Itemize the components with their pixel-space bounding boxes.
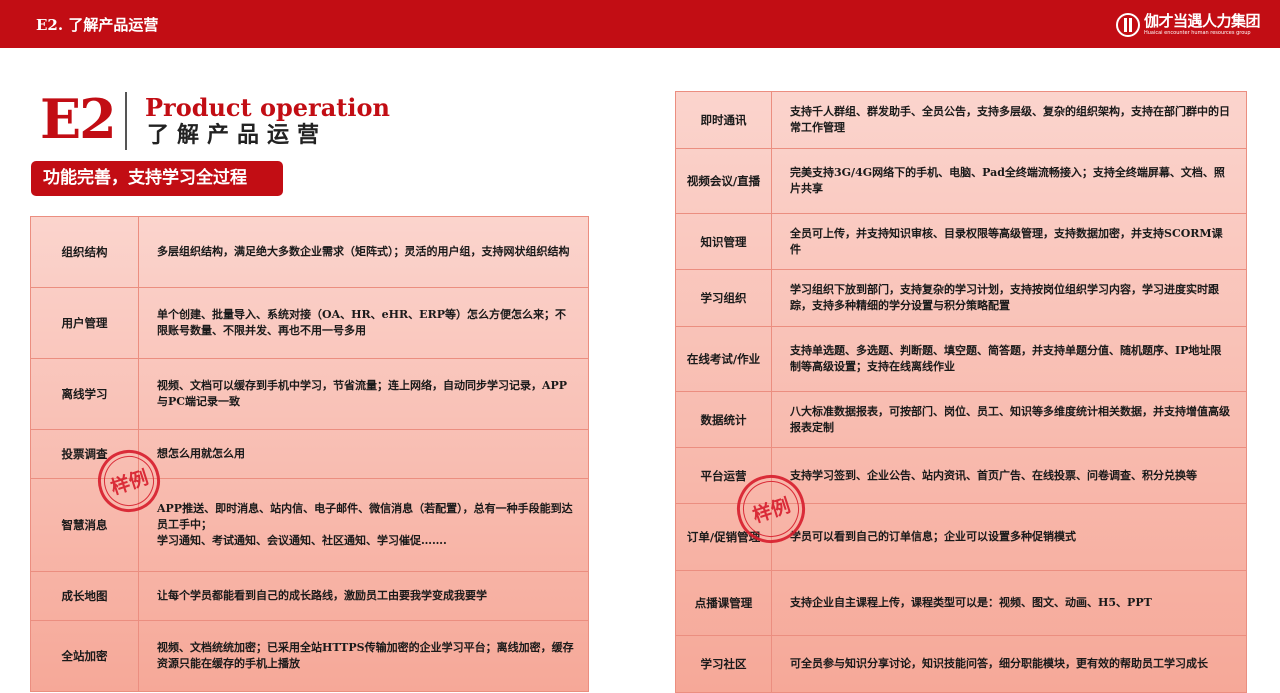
feature-name: 数据统计 [675, 391, 772, 448]
table-row: 学习社区 可全员参与知识分享讨论，知识技能问答，细分职能模块，更有效的帮助员工学… [675, 635, 1247, 693]
subtitle-banner: 功能完善，支持学习全过程 [31, 161, 283, 196]
heading-title-en: Product operation [145, 93, 390, 122]
feature-name: 组织结构 [30, 216, 139, 288]
logo-text: 伽才当遇人力集团 Huaicai encounter human resourc… [1143, 12, 1261, 36]
feature-desc: 视频、文档可以缓存到手机中学习，节省流量；连上网络，自动同步学习记录，APP与P… [138, 358, 589, 430]
table-row: 知识管理 全员可上传，并支持知识审核、目录权限等高级管理，支持数据加密，并支持S… [675, 213, 1247, 270]
feature-name: 学习社区 [675, 635, 772, 693]
table-row: 视频会议/直播 完美支持3G/4G网络下的手机、电脑、Pad全终端流畅接入；支持… [675, 148, 1247, 214]
feature-desc: 视频、文档统统加密；已采用全站HTTPS传输加密的企业学习平台；离线加密，缓存资… [138, 620, 589, 692]
feature-name: 离线学习 [30, 358, 139, 430]
feature-name: 在线考试/作业 [675, 326, 772, 392]
feature-name: 学习组织 [675, 269, 772, 327]
feature-name: 视频会议/直播 [675, 148, 772, 214]
feature-desc: APP推送、即时消息、站内信、电子邮件、微信消息（若配置），总有一种手段能到达员… [138, 478, 589, 572]
table-row: 点播课管理 支持企业自主课程上传，课程类型可以是：视频、图文、动画、H5、PPT [675, 570, 1247, 636]
feature-name: 即时通讯 [675, 91, 772, 149]
feature-desc: 想怎么用就怎么用 [138, 429, 589, 479]
table-row: 成长地图 让每个学员都能看到自己的成长路线，激励员工由要我学变成我要学 [30, 571, 589, 621]
table-row: 全站加密 视频、文档统统加密；已采用全站HTTPS传输加密的企业学习平台；离线加… [30, 620, 589, 692]
feature-desc: 完美支持3G/4G网络下的手机、电脑、Pad全终端流畅接入；支持全终端屏幕、文档… [771, 148, 1247, 214]
table-row: 学习组织 学习组织下放到部门，支持复杂的学习计划，支持按岗位组织学习内容，学习进… [675, 269, 1247, 327]
feature-desc: 多层组织结构，满足绝大多数企业需求（矩阵式）；灵活的用户组，支持网状组织结构 [138, 216, 589, 288]
feature-name: 用户管理 [30, 287, 139, 359]
logo-mark-icon [1115, 13, 1140, 37]
feature-name: 点播课管理 [675, 570, 772, 636]
feature-desc: 单个创建、批量导入、系统对接（OA、HR、eHR、ERP等）怎么方便怎么来；不限… [138, 287, 589, 359]
logo-name-cn: 伽才当遇人力集团 [1143, 12, 1261, 30]
top-banner: E2. 了解产品运营 伽才当遇人力集团 Huaicai encounter hu… [0, 0, 1280, 48]
feature-desc: 学员可以看到自己的订单信息；企业可以设置多种促销模式 [771, 503, 1247, 571]
feature-name: 成长地图 [30, 571, 139, 621]
feature-desc: 八大标准数据报表，可按部门、岗位、员工、知识等多维度统计相关数据，并支持增值高级… [771, 391, 1247, 448]
right-feature-table: 即时通讯 支持千人群组、群发助手、全员公告，支持多层级、复杂的组织架构，支持在部… [675, 91, 1247, 693]
table-row: 组织结构 多层组织结构，满足绝大多数企业需求（矩阵式）；灵活的用户组，支持网状组… [30, 216, 589, 288]
feature-desc: 全员可上传，并支持知识审核、目录权限等高级管理，支持数据加密，并支持SCORM课… [771, 213, 1247, 270]
feature-desc: 支持单选题、多选题、判断题、填空题、简答题，并支持单题分值、随机题序、IP地址限… [771, 326, 1247, 392]
feature-desc: 支持学习签到、企业公告、站内资讯、首页广告、在线投票、问卷调查、积分兑换等 [771, 447, 1247, 504]
feature-desc: 支持企业自主课程上传，课程类型可以是：视频、图文、动画、H5、PPT [771, 570, 1247, 636]
table-row: 在线考试/作业 支持单选题、多选题、判断题、填空题、简答题，并支持单题分值、随机… [675, 326, 1247, 392]
heading-divider [125, 92, 127, 150]
company-logo: 伽才当遇人力集团 Huaicai encounter human resourc… [1115, 10, 1261, 40]
table-row: 离线学习 视频、文档可以缓存到手机中学习，节省流量；连上网络，自动同步学习记录，… [30, 358, 589, 430]
feature-desc: 可全员参与知识分享讨论，知识技能问答，细分职能模块，更有效的帮助员工学习成长 [771, 635, 1247, 693]
table-row: 数据统计 八大标准数据报表，可按部门、岗位、员工、知识等多维度统计相关数据，并支… [675, 391, 1247, 448]
table-row: 用户管理 单个创建、批量导入、系统对接（OA、HR、eHR、ERP等）怎么方便怎… [30, 287, 589, 359]
feature-desc: 学习组织下放到部门，支持复杂的学习计划，支持按岗位组织学习内容，学习进度实时跟踪… [771, 269, 1247, 327]
feature-desc: 支持千人群组、群发助手、全员公告，支持多层级、复杂的组织架构，支持在部门群中的日… [771, 91, 1247, 149]
section-code: E2 [40, 87, 117, 151]
feature-desc: 让每个学员都能看到自己的成长路线，激励员工由要我学变成我要学 [138, 571, 589, 621]
logo-name-en: Huaicai encounter human resources group [1143, 30, 1251, 36]
page-section-title: E2. 了解产品运营 [36, 16, 159, 34]
feature-name: 知识管理 [675, 213, 772, 270]
heading-title-cn: 了解产品运营 [147, 123, 328, 148]
feature-name: 全站加密 [30, 620, 139, 692]
table-row: 即时通讯 支持千人群组、群发助手、全员公告，支持多层级、复杂的组织架构，支持在部… [675, 91, 1247, 149]
